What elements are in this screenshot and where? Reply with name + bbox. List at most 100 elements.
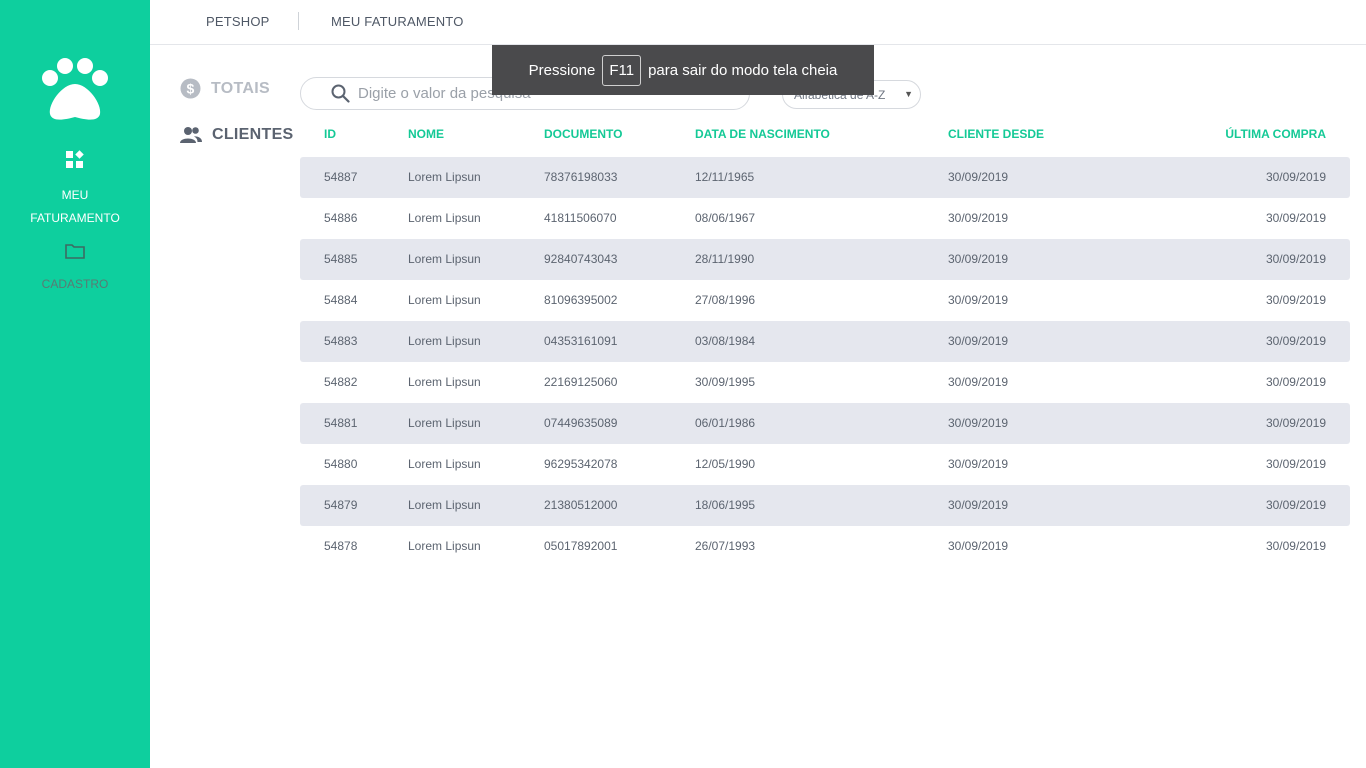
folder-icon — [0, 243, 150, 267]
cell-nascimento: 18/06/1995 — [695, 498, 756, 512]
submenu-label: TOTAIS — [211, 79, 270, 97]
cell-documento: 78376198033 — [544, 170, 618, 184]
sidebar-item-label: FATURAMENTO — [30, 211, 120, 225]
cell-nascimento: 08/06/1967 — [695, 211, 756, 225]
cell-cliente-desde: 30/09/2019 — [948, 211, 1009, 225]
cell-cliente-desde: 30/09/2019 — [948, 252, 1009, 266]
cell-nome: Lorem Lipsun — [408, 457, 481, 471]
cell-ultima-compra: 30/09/2019 — [1265, 539, 1326, 553]
table-row[interactable]: 54887 Lorem Lipsun 78376198033 12/11/1965 30… — [300, 157, 1350, 198]
cell-nascimento: 06/01/1986 — [695, 416, 756, 430]
cell-cliente-desde: 30/09/2019 — [948, 457, 1009, 471]
cell-nascimento: 26/07/1993 — [695, 539, 756, 553]
cell-nome: Lorem Lipsun — [408, 211, 481, 225]
cell-cliente-desde: 30/09/2019 — [948, 293, 1009, 307]
cell-cliente-desde: 30/09/2019 — [948, 416, 1009, 430]
column-header-documento[interactable]: DOCUMENTO — [544, 127, 622, 141]
cell-id: 54886 — [324, 211, 358, 225]
toast-text-after: para sair do modo tela cheia — [648, 61, 838, 79]
cell-id: 54879 — [324, 498, 358, 512]
cell-nome: Lorem Lipsun — [408, 416, 481, 430]
cell-id: 54881 — [324, 416, 358, 430]
submenu-totais[interactable]: $ TOTAIS — [180, 78, 270, 99]
table-row[interactable]: 54881 Lorem Lipsun 07449635089 06/01/1986 30… — [300, 403, 1350, 444]
toast-key: F11 — [602, 54, 642, 86]
cell-nome: Lorem Lipsun — [408, 293, 481, 307]
paw-icon[interactable] — [40, 56, 110, 122]
cell-documento: 41811506070 — [544, 211, 617, 225]
cell-cliente-desde: 30/09/2019 — [948, 498, 1009, 512]
cell-documento: 22169125060 — [544, 375, 618, 389]
cell-documento: 04353161091 — [544, 334, 618, 348]
cell-ultima-compra: 30/09/2019 — [1265, 498, 1326, 512]
table-row[interactable]: 54879 Lorem Lipsun 21380512000 18/06/1995 30… — [300, 485, 1350, 526]
cell-ultima-compra: 30/09/2019 — [1265, 252, 1326, 266]
cell-ultima-compra: 30/09/2019 — [1265, 293, 1326, 307]
cell-nome: Lorem Lipsun — [408, 498, 481, 512]
cell-id: 54887 — [324, 170, 358, 184]
nav-petshop-link[interactable]: PETSHOP — [206, 14, 270, 29]
table-row[interactable]: 54884 Lorem Lipsun 81096395002 27/08/1996 30… — [300, 280, 1350, 321]
cell-nome: Lorem Lipsun — [408, 170, 481, 184]
table-row[interactable]: 54885 Lorem Lipsun 92840743043 28/11/1990 30… — [300, 239, 1350, 280]
cell-documento: 96295342078 — [544, 457, 618, 471]
cell-documento: 07449635089 — [544, 416, 618, 430]
cell-nome: Lorem Lipsun — [408, 539, 481, 553]
cell-nascimento: 28/11/1990 — [695, 252, 755, 266]
column-header-id[interactable]: ID — [324, 127, 336, 141]
cell-cliente-desde: 30/09/2019 — [948, 539, 1009, 553]
cell-nome: Lorem Lipsun — [408, 252, 481, 266]
cell-cliente-desde: 30/09/2019 — [948, 170, 1009, 184]
caret-down-icon: ▼ — [904, 89, 913, 99]
top-navigation: PETSHOP MEU FATURAMENTO — [150, 0, 1366, 45]
table-body: 54887 Lorem Lipsun 78376198033 12/11/1965 30… — [300, 157, 1350, 567]
sidebar-item-meu-faturamento[interactable]: MEU FATURAMENTO — [0, 150, 150, 230]
cell-ultima-compra: 30/09/2019 — [1265, 375, 1326, 389]
cell-ultima-compra: 30/09/2019 — [1265, 170, 1326, 184]
toast-text-before: Pressione — [528, 61, 596, 79]
table-header: ID NOME DOCUMENTO DATA DE NASCIMENTO CLI… — [300, 127, 1350, 147]
cell-nascimento: 12/05/1990 — [695, 457, 756, 471]
cell-documento: 05017892001 — [544, 539, 618, 553]
table-row[interactable]: 54878 Lorem Lipsun 05017892001 26/07/1993 30… — [300, 526, 1350, 567]
column-header-ultima-compra[interactable]: ÚLTIMA COMPRA — [1225, 127, 1326, 141]
fullscreen-toast: Pressione F11 para sair do modo tela che… — [492, 45, 874, 95]
cell-nascimento: 27/08/1996 — [695, 293, 756, 307]
cell-id: 54885 — [324, 252, 358, 266]
submenu-label: CLIENTES — [212, 126, 294, 143]
search-icon[interactable] — [331, 84, 350, 103]
table-row[interactable]: 54886 Lorem Lipsun 41811506070 08/06/1967 30… — [300, 198, 1350, 239]
table-row[interactable]: 54880 Lorem Lipsun 96295342078 12/05/1990 30… — [300, 444, 1350, 485]
cell-cliente-desde: 30/09/2019 — [948, 334, 1009, 348]
cell-id: 54878 — [324, 539, 358, 553]
nav-meu-faturamento-link[interactable]: MEU FATURAMENTO — [331, 14, 464, 29]
sidebar-item-label: MEU — [61, 188, 89, 202]
column-header-nome[interactable]: NOME — [408, 127, 444, 141]
cell-nascimento: 30/09/1995 — [695, 375, 756, 389]
cell-nome: Lorem Lipsun — [408, 375, 481, 389]
cell-id: 54883 — [324, 334, 358, 348]
column-header-cliente-desde[interactable]: CLIENTE DESDE — [948, 127, 1044, 141]
table-row[interactable]: 54883 Lorem Lipsun 04353161091 03/08/1984 30… — [300, 321, 1350, 362]
cell-nascimento: 12/11/1965 — [695, 170, 755, 184]
cell-documento: 92840743043 — [544, 252, 618, 266]
cell-id: 54880 — [324, 457, 358, 471]
table-row[interactable]: 54882 Lorem Lipsun 22169125060 30/09/1995 30… — [300, 362, 1350, 403]
cell-ultima-compra: 30/09/2019 — [1265, 416, 1326, 430]
cell-documento: 21380512000 — [544, 498, 618, 512]
nav-divider — [298, 12, 299, 30]
cell-ultima-compra: 30/09/2019 — [1265, 334, 1326, 348]
cell-id: 54882 — [324, 375, 358, 389]
cell-cliente-desde: 30/09/2019 — [948, 375, 1009, 389]
svg-text:$: $ — [186, 81, 194, 97]
sidebar: MEU FATURAMENTO CADASTRO — [0, 0, 150, 768]
cell-ultima-compra: 30/09/2019 — [1265, 211, 1326, 225]
sidebar-item-cadastro[interactable]: CADASTRO — [0, 243, 150, 296]
column-header-nascimento[interactable]: DATA DE NASCIMENTO — [695, 127, 830, 141]
users-icon — [180, 126, 202, 144]
cell-documento: 81096395002 — [544, 293, 618, 307]
submenu-clientes[interactable]: CLIENTES — [180, 126, 294, 144]
dashboard-icon — [0, 150, 150, 178]
cell-nome: Lorem Lipsun — [408, 334, 481, 348]
cell-id: 54884 — [324, 293, 358, 307]
